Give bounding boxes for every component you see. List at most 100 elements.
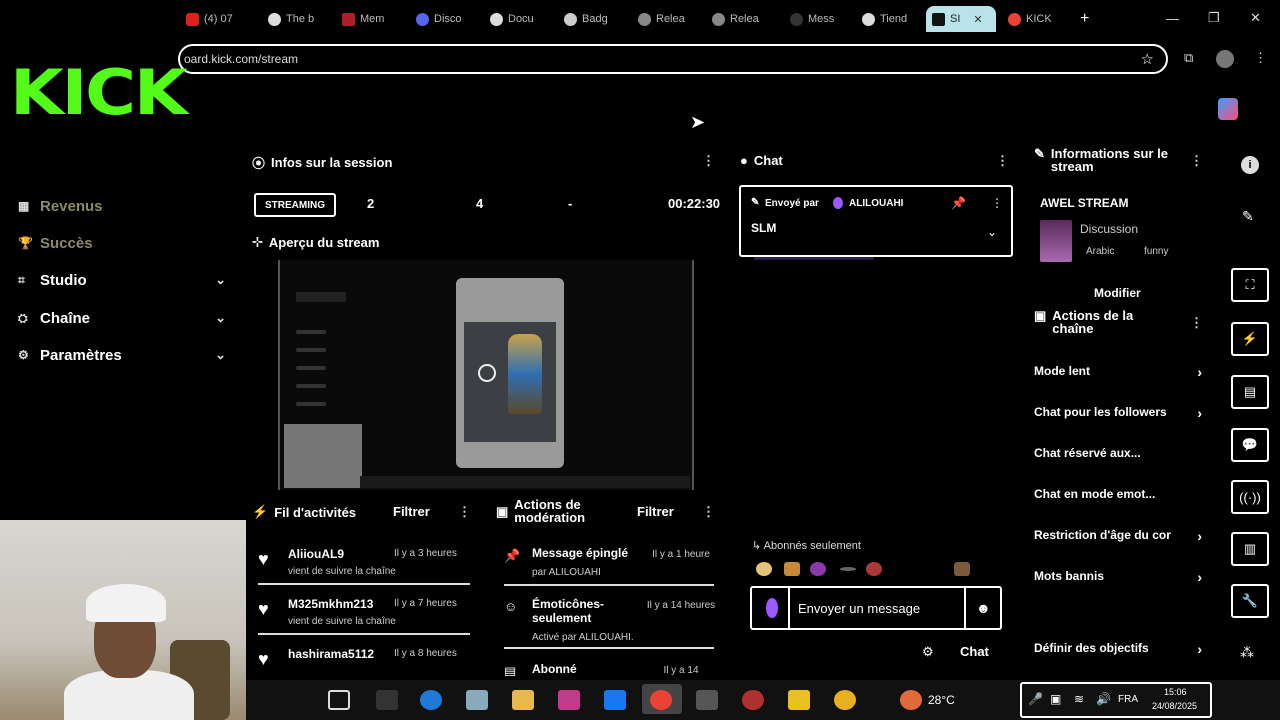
chat-send-button[interactable]: Chat — [960, 644, 989, 659]
rail-expand-button[interactable]: ⛶ — [1231, 268, 1269, 302]
close-tab-icon[interactable]: ✕ — [973, 13, 982, 26]
taskbar-app-icon[interactable] — [834, 690, 856, 710]
browser-tab[interactable]: Relea — [638, 8, 700, 30]
emote-icon[interactable] — [954, 562, 970, 576]
rail-chat-button[interactable]: 💬 — [1231, 428, 1269, 462]
kick-logo[interactable]: KICK — [10, 62, 188, 124]
action-set-goals[interactable]: Définir des objectifs › — [1034, 641, 1204, 655]
chat-settings-icon[interactable]: ⚙ — [922, 644, 934, 660]
emote-icon[interactable] — [840, 567, 856, 571]
profile-avatar[interactable] — [1216, 50, 1234, 68]
rail-notes-button[interactable]: ▤ — [1231, 375, 1269, 409]
action-slow-mode[interactable]: Mode lent › — [1034, 364, 1204, 378]
activity-menu-icon[interactable]: ⋮ — [458, 504, 471, 520]
pencil-icon[interactable]: ✎ — [1242, 208, 1254, 225]
rail-tools-button[interactable]: 🔧 — [1231, 584, 1269, 618]
file-explorer-icon[interactable] — [512, 690, 534, 710]
tab-favicon-icon — [564, 12, 577, 26]
chat-input[interactable]: Envoyer un message ☻ — [750, 586, 1002, 630]
stream-category[interactable]: Discussion — [1080, 222, 1138, 236]
action-banned-words[interactable]: Mots bannis › — [1034, 569, 1204, 583]
pinned-user[interactable]: ALILOUAHI — [849, 198, 903, 209]
taskbar-app-icon[interactable] — [466, 690, 488, 710]
browser-tab[interactable]: KICK — [1008, 8, 1072, 30]
channel-icon: ⛭ — [18, 310, 28, 325]
taskbar-app-icon[interactable] — [788, 690, 810, 710]
wifi-icon[interactable]: ≋ — [1074, 692, 1084, 706]
moderation-menu-icon[interactable]: ⋮ — [702, 504, 715, 520]
stream-info-menu-icon[interactable]: ⋮ — [1190, 153, 1203, 169]
sidebar-item-revenus[interactable]: ▦ Revenus — [18, 193, 226, 219]
action-emote-mode[interactable]: Chat en mode emot... — [1034, 487, 1204, 501]
sidebar-item-chaine[interactable]: ⛭ Chaîne ⌄ — [18, 305, 226, 331]
browser-tab[interactable]: Docu — [490, 8, 552, 30]
action-subscribers-chat[interactable]: Chat réservé aux... — [1034, 446, 1204, 460]
lightning-icon: ⚡ — [252, 504, 269, 519]
moderation-filter-button[interactable]: Filtrer — [637, 504, 674, 519]
close-window-icon[interactable]: ✕ — [1250, 10, 1261, 26]
apps-icon[interactable]: ⁂ — [1240, 644, 1254, 661]
camera-icon[interactable]: ▣ — [1050, 692, 1061, 706]
rail-broadcast-button[interactable]: ((·)) — [1231, 480, 1269, 514]
browser-tab[interactable]: Mem — [342, 8, 402, 30]
microphone-icon[interactable]: 🎤 — [1028, 692, 1043, 706]
language-indicator[interactable]: FRA — [1118, 694, 1138, 705]
obs-icon[interactable] — [742, 690, 764, 710]
system-tray[interactable]: 🎤 ▣ ≋ 🔊 FRA 15:06 24/08/2025 — [1020, 682, 1212, 718]
emote-icon[interactable] — [756, 562, 772, 576]
edge-icon[interactable] — [420, 690, 442, 710]
maximize-icon[interactable]: ❐ — [1208, 10, 1220, 26]
sidebar-item-parametres[interactable]: ⚙ Paramètres ⌄ — [18, 342, 226, 368]
chrome-icon[interactable] — [650, 690, 672, 710]
browser-tab[interactable]: Badg — [564, 8, 626, 30]
minimize-icon[interactable]: — — [1166, 11, 1179, 26]
pinned-menu-icon[interactable]: ⋮ — [991, 196, 1003, 210]
emote-icon[interactable] — [810, 562, 826, 576]
taskbar-app-icon[interactable] — [376, 690, 398, 710]
browser-tab[interactable]: Relea — [712, 8, 774, 30]
sidebar-item-succes[interactable]: 🏆 Succès — [18, 230, 226, 256]
info-icon[interactable]: i — [1241, 156, 1259, 174]
browser-tab-bar: (4) 07 The b Mem Disco Docu Badg Relea R… — [0, 0, 1280, 38]
emoji-picker-icon[interactable]: ☻ — [976, 600, 991, 616]
edit-stream-button[interactable]: Modifier — [1094, 286, 1141, 300]
volume-icon[interactable]: 🔊 — [1096, 692, 1111, 706]
session-menu-icon[interactable]: ⋮ — [702, 153, 715, 169]
facebook-icon[interactable] — [604, 690, 626, 710]
task-view-icon[interactable] — [328, 690, 350, 710]
browser-tab[interactable]: Tiend — [862, 8, 918, 30]
emote-icon[interactable] — [784, 562, 800, 576]
rail-quick-actions-button[interactable]: ⚡ — [1231, 322, 1269, 356]
chevron-down-icon[interactable]: ⌄ — [987, 225, 997, 239]
browser-tab-active[interactable]: SI ✕ — [926, 6, 996, 32]
sidebar-item-studio[interactable]: ⌗ Studio ⌄ — [18, 267, 226, 293]
extensions-icon[interactable]: ⧉ — [1184, 50, 1193, 66]
action-age-restriction[interactable]: Restriction d'âge du cor › — [1034, 528, 1204, 542]
activity-filter-button[interactable]: Filtrer — [393, 504, 430, 519]
browser-tab[interactable]: The b — [268, 8, 332, 30]
unpin-icon[interactable]: 📌 — [951, 196, 966, 210]
browser-tab[interactable]: Mess — [790, 8, 842, 30]
new-tab-button[interactable]: + — [1080, 8, 1096, 30]
extension-badge-icon[interactable] — [1218, 98, 1238, 120]
stream-preview[interactable] — [278, 260, 694, 490]
address-bar[interactable]: oard.kick.com/stream ☆ — [178, 44, 1168, 74]
browser-tab[interactable]: Disco — [416, 8, 478, 30]
tab-favicon-icon — [268, 12, 281, 26]
channel-actions-menu-icon[interactable]: ⋮ — [1190, 315, 1203, 331]
menu-kebab-icon[interactable]: ⋮ — [1254, 50, 1267, 66]
taskbar-app-icon[interactable] — [696, 690, 718, 710]
browser-tab[interactable]: (4) 07 — [186, 8, 254, 30]
taskbar-app-icon[interactable] — [558, 690, 580, 710]
emote-icon[interactable] — [866, 562, 882, 576]
rail-layout-button[interactable]: ▥ — [1231, 532, 1269, 566]
weather-temp[interactable]: 28°C — [928, 693, 955, 707]
clock-time[interactable]: 15:06 — [1164, 687, 1187, 697]
star-icon[interactable]: ☆ — [1141, 50, 1154, 68]
action-followers-chat[interactable]: Chat pour les followers › — [1034, 405, 1204, 419]
pinned-message[interactable]: ✎ Envoyé par ALILOUAHI 📌 ⋮ SLM ⌄ — [739, 185, 1013, 257]
clock-date[interactable]: 24/08/2025 — [1152, 701, 1197, 711]
category-thumbnail[interactable] — [1040, 220, 1072, 262]
chat-menu-icon[interactable]: ⋮ — [996, 153, 1009, 169]
mouse-cursor-icon: ➤ — [690, 112, 706, 132]
